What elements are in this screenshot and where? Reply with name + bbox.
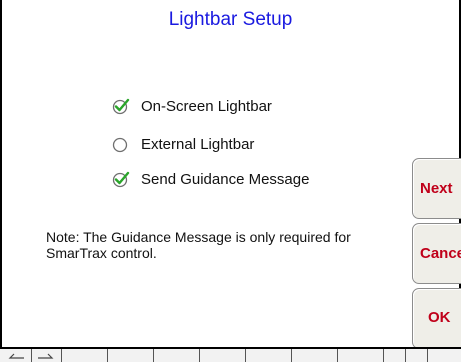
toolbar-tab[interactable] xyxy=(200,349,246,362)
option-label: External Lightbar xyxy=(141,135,255,153)
toolbar-tab[interactable] xyxy=(108,349,154,362)
option-label: Send Guidance Message xyxy=(141,170,310,188)
forward-arrow-button[interactable] xyxy=(32,349,62,362)
arrow-left-icon xyxy=(8,353,24,359)
option-label: On-Screen Lightbar xyxy=(141,97,272,115)
cancel-button[interactable]: Cance xyxy=(412,223,461,284)
back-arrow-button[interactable] xyxy=(2,349,32,362)
checkmark-icon xyxy=(112,98,130,115)
cancel-button-label: Cance xyxy=(420,245,461,262)
radio-unchecked-icon xyxy=(112,137,128,153)
toolbar-tab[interactable] xyxy=(428,349,459,362)
next-button-label: Next xyxy=(420,180,453,197)
guidance-note: Note: The Guidance Message is only requi… xyxy=(46,229,351,261)
ok-button-label: OK xyxy=(428,309,451,326)
frame-left-border xyxy=(0,0,2,362)
option-external-lightbar[interactable]: External Lightbar xyxy=(112,135,254,153)
checkmark-icon xyxy=(112,171,130,188)
page-title: Lightbar Setup xyxy=(168,9,293,30)
bottom-toolbar xyxy=(0,347,461,362)
arrow-right-icon xyxy=(38,353,54,359)
toolbar-tab[interactable] xyxy=(154,349,200,362)
toolbar-tab[interactable] xyxy=(406,349,428,362)
toolbar-tab[interactable] xyxy=(292,349,338,362)
toolbar-tab[interactable] xyxy=(62,349,108,362)
toolbar-tab[interactable] xyxy=(246,349,292,362)
lightbar-setup-screen: Lightbar Setup On-Screen Lightbar Extern… xyxy=(0,0,461,362)
option-onscreen-lightbar[interactable]: On-Screen Lightbar xyxy=(112,97,272,115)
toolbar-tab[interactable] xyxy=(384,349,406,362)
ok-button[interactable]: OK xyxy=(412,288,461,349)
toolbar-tab[interactable] xyxy=(338,349,384,362)
next-button[interactable]: Next xyxy=(412,158,461,219)
option-send-guidance-message[interactable]: Send Guidance Message xyxy=(112,170,309,188)
